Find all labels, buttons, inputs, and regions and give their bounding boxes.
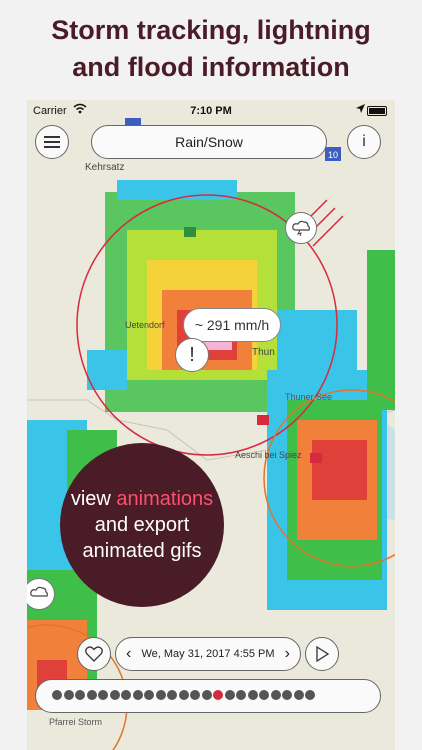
promo-accent: animations bbox=[116, 488, 214, 510]
promo-line-2: and export bbox=[94, 514, 190, 536]
rain-rate-label: ~ 291 mm/h bbox=[194, 317, 270, 333]
warning-icon: ! bbox=[189, 343, 195, 366]
clock-label: 7:10 PM bbox=[190, 105, 232, 117]
headline-line-2: and flood information bbox=[72, 52, 350, 82]
place-label-uetendorf: Uetendorf bbox=[125, 320, 165, 330]
status-bar: Carrier 7:10 PM bbox=[27, 100, 395, 122]
promo-badge: view animations and export animated gifs bbox=[60, 443, 224, 607]
timeline-step[interactable] bbox=[109, 690, 120, 700]
heart-icon bbox=[85, 646, 103, 662]
info-button[interactable]: i bbox=[347, 125, 381, 159]
place-label-aeschi: Aeschi bei Spiez bbox=[235, 450, 302, 460]
info-icon: i bbox=[362, 133, 366, 150]
timeline-step[interactable] bbox=[282, 690, 292, 700]
rain-rate-bubble: ~ 291 mm/h bbox=[183, 308, 281, 342]
timeline-step[interactable] bbox=[121, 690, 131, 700]
play-button[interactable] bbox=[305, 637, 339, 671]
timeline-step[interactable] bbox=[86, 690, 97, 700]
timeline-step[interactable] bbox=[52, 690, 62, 700]
menu-button[interactable] bbox=[35, 125, 69, 159]
app-headline: Storm tracking, lightning and flood info… bbox=[0, 12, 422, 86]
place-label-pfarrei: Pfarrei Storm bbox=[49, 717, 102, 727]
hamburger-icon bbox=[44, 136, 60, 148]
timeline-step[interactable] bbox=[293, 690, 304, 700]
location-arrow-icon bbox=[356, 104, 365, 116]
timeline-step[interactable] bbox=[178, 690, 189, 700]
headline-line-1: Storm tracking, lightning bbox=[51, 15, 371, 45]
place-label-thun: Thun bbox=[252, 347, 275, 358]
timeline-step[interactable] bbox=[63, 690, 74, 700]
road-sign-label: 10 bbox=[328, 150, 338, 160]
phone-screen: 10 Kehrsatz Uetendorf Thun Thuner See Ae… bbox=[27, 100, 395, 750]
timeline-step[interactable] bbox=[144, 690, 154, 700]
favorite-button[interactable] bbox=[77, 637, 111, 671]
timeline-step[interactable] bbox=[224, 690, 235, 700]
timeline-step[interactable] bbox=[190, 690, 200, 700]
timeline-step[interactable] bbox=[213, 690, 223, 700]
timeline-step[interactable] bbox=[75, 690, 85, 700]
layer-selector-label: Rain/Snow bbox=[175, 134, 243, 150]
layer-selector[interactable]: Rain/Snow bbox=[91, 125, 327, 159]
timeline-step[interactable] bbox=[270, 690, 281, 700]
storm-cloud-icon[interactable] bbox=[285, 212, 317, 244]
timeline-steps bbox=[52, 690, 315, 700]
promo-line-3: animated gifs bbox=[82, 540, 202, 562]
promo-prefix: view bbox=[70, 488, 117, 510]
prev-frame-button[interactable]: ‹ bbox=[126, 645, 131, 663]
timeline-step[interactable] bbox=[132, 690, 143, 700]
play-icon bbox=[316, 646, 329, 662]
date-selector[interactable]: ‹ We, May 31, 2017 4:55 PM › bbox=[115, 637, 301, 671]
next-frame-button[interactable]: › bbox=[285, 645, 290, 663]
place-label-thuner-see: Thuner See bbox=[285, 392, 332, 402]
timeline-step[interactable] bbox=[155, 690, 166, 700]
timeline-step[interactable] bbox=[201, 690, 212, 700]
date-label: We, May 31, 2017 4:55 PM bbox=[141, 648, 275, 660]
timeline-step[interactable] bbox=[167, 690, 177, 700]
place-label-kehrsatz: Kehrsatz bbox=[85, 162, 124, 173]
timeline-step[interactable] bbox=[259, 690, 269, 700]
timeline-step[interactable] bbox=[98, 690, 108, 700]
timeline-scrubber[interactable] bbox=[35, 679, 381, 713]
warning-button[interactable]: ! bbox=[175, 338, 209, 372]
battery-icon bbox=[367, 106, 387, 116]
timeline-step[interactable] bbox=[305, 690, 315, 700]
timeline-step[interactable] bbox=[236, 690, 246, 700]
timeline-step[interactable] bbox=[247, 690, 258, 700]
